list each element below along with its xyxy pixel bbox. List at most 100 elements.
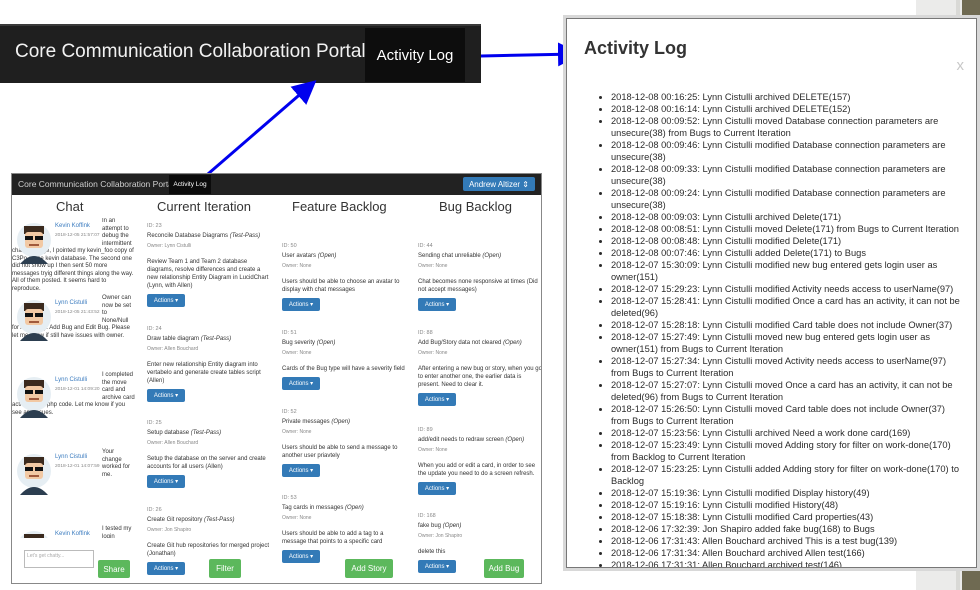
add-bug-button[interactable]: Add Bug [484,559,524,578]
story-card: ID: 23 Reconcile Database Diagrams (Test-… [147,222,272,307]
portal-app-screenshot: Core Communication Collaboration Portal … [11,173,542,584]
card-id: ID: 52 [282,409,297,415]
card-status: (Test-Pass) [190,430,222,436]
chat-author[interactable]: Kevin Koffink [55,531,90,538]
activity-entry: 2018-12-08 00:07:46: Lynn Cistulli added… [611,247,966,259]
card-owner: Owner: None [418,350,448,356]
chat-timestamp: 2018-12-05 21:43:52 [55,310,100,315]
card-id: ID: 24 [147,326,162,332]
card-owner: Owner: None [282,263,312,269]
chat-message: Lynn Cistulli 2018-12-01 14:07:59 Your cha… [12,449,137,526]
actions-button[interactable]: Actions ▾ [282,550,320,563]
add-story-button[interactable]: Add Story [345,559,393,578]
activity-entry: 2018-12-07 15:26:50: Lynn Cistulli moved… [611,403,966,427]
chat-author[interactable]: Lynn Cistulli [55,300,87,308]
actions-button[interactable]: Actions ▾ [282,464,320,477]
card-description: Create Git hub repositories for merged p… [147,543,270,557]
chat-message: Lynn Cistulli 2018-12-01 14:09:20 I comple… [12,372,137,449]
card-title: Draw table diagram (Test-Pass) [147,336,232,342]
chat-author[interactable]: Lynn Cistulli [55,454,87,462]
card-owner: Owner: None [282,350,312,356]
card-status: (Open) [482,253,502,259]
story-card: ID: 24 Draw table diagram (Test-Pass) Owne… [147,325,272,402]
actions-button[interactable]: Actions ▾ [147,475,185,488]
card-description: Users should be able to send a message t… [282,445,398,459]
activity-entry: 2018-12-07 15:27:49: Lynn Cistulli moved… [611,331,966,355]
card-description: Chat becomes none responsive at times (D… [418,279,538,293]
card-owner: Owner: Jon Shapiro [147,527,192,533]
card-description: delete this [418,549,446,555]
chat-author[interactable]: Lynn Cistulli [55,377,87,385]
chat-message: Kevin Koffink 2018-12-05 21:57:07 In an at… [12,218,137,295]
avatar [16,530,52,538]
card-status: (Open) [316,340,336,346]
card-id: ID: 26 [147,507,162,513]
card-status: (Test-Pass) [229,233,261,239]
card-owner: Owner: None [282,515,312,521]
current-iteration-heading: Current Iteration [157,199,251,214]
actions-button[interactable]: Actions ▾ [418,560,456,573]
activity-entry: 2018-12-07 15:23:56: Lynn Cistulli archi… [611,427,966,439]
card-title: Create Git repository (Test-Pass) [147,517,235,523]
activity-log-modal: Activity Log x 2018-12-08 00:16:25: Lynn… [566,18,977,568]
card-title: Tag cards in messages (Open) [282,505,364,511]
card-id: ID: 50 [282,243,297,249]
chat-panel: Kevin Koffink 2018-12-05 21:57:07 In an at… [12,218,137,538]
card-title: Add Bug/Story data not cleared (Open) [418,340,522,346]
activity-entry: 2018-12-08 00:09:03: Lynn Cistulli archi… [611,211,966,223]
user-dropdown[interactable]: Andrew Altizer ⇕ [462,177,535,191]
card-description: Cards of the Bug type will have a severi… [282,366,405,372]
chat-input[interactable]: Let's get chatty... [24,550,94,568]
close-icon[interactable]: x [957,57,965,74]
activity-entry: 2018-12-07 15:19:36: Lynn Cistulli modif… [611,487,966,499]
card-owner: Owner: None [418,447,448,453]
activity-entry: 2018-12-07 15:18:38: Lynn Cistulli modif… [611,511,966,523]
chat-author[interactable]: Kevin Koffink [55,223,90,231]
banner-title: Core Communication Collaboration Portal [15,41,366,62]
activity-entry: 2018-12-07 15:27:07: Lynn Cistulli moved… [611,379,966,403]
chat-message: Kevin Koffink2018-12-01 13:54:21I tested… [12,526,137,538]
avatar [16,299,52,341]
story-card: ID: 50 User avatars (Open) Owner: None User… [282,242,407,311]
activity-entry: 2018-12-06 17:31:31: Allen Bouchard arch… [611,559,966,567]
card-status: (Test-Pass) [204,517,235,523]
actions-button[interactable]: Actions ▾ [418,482,456,495]
app-brand[interactable]: Core Communication Collaboration Portal [18,179,175,189]
card-title: Setup database (Test-Pass) [147,430,222,436]
story-card: ID: 88 Add Bug/Story data not cleared (Op… [418,329,541,406]
chat-heading: Chat [56,199,84,214]
chat-timestamp: 2018-12-01 14:09:20 [55,387,100,392]
story-card: ID: 89 add/edit needs to redraw screen (O… [418,426,541,495]
card-title: fake bug (Open) [418,523,462,529]
actions-button[interactable]: Actions ▾ [418,393,456,406]
card-status: (Open) [442,523,462,529]
card-title: User avatars (Open) [282,253,337,259]
actions-button[interactable]: Actions ▾ [282,298,320,311]
activity-entry: 2018-12-08 00:08:48: Lynn Cistulli modif… [611,235,966,247]
share-button[interactable]: Share [98,560,130,578]
actions-button[interactable]: Actions ▾ [147,389,185,402]
card-owner: Owner: None [282,429,312,435]
activity-entry: 2018-12-08 00:16:25: Lynn Cistulli archi… [611,91,966,103]
arrow-to-banner [200,80,317,182]
card-title: Sending chat unreliable (Open) [418,253,502,259]
card-id: ID: 168 [418,513,436,519]
activity-entry: 2018-12-06 17:31:43: Allen Bouchard arch… [611,535,966,547]
actions-button[interactable]: Actions ▾ [147,562,185,575]
story-card: ID: 44 Sending chat unreliable (Open) Owne… [418,242,541,311]
card-description: Users should be able to choose an avatar… [282,279,400,293]
actions-button[interactable]: Actions ▾ [418,298,456,311]
app-tab-activity-log[interactable]: Activity Log [169,175,211,194]
actions-button[interactable]: Actions ▾ [147,294,185,307]
card-description: Users should be able to add a tag to a m… [282,531,384,545]
filter-button[interactable]: Filter [209,559,241,578]
card-id: ID: 88 [418,330,433,336]
card-owner: Owner: Allen Bouchard [147,346,199,352]
actions-button[interactable]: Actions ▾ [282,377,320,390]
activity-entry: 2018-12-08 00:08:51: Lynn Cistulli moved… [611,223,966,235]
tab-activity-log[interactable]: Activity Log [365,28,465,82]
feature-backlog-heading: Feature Backlog [292,199,387,214]
portal-banner: Core Communication Collaboration Portal … [0,24,481,83]
arrow-to-log [480,42,582,67]
card-status: (Open) [317,253,337,259]
